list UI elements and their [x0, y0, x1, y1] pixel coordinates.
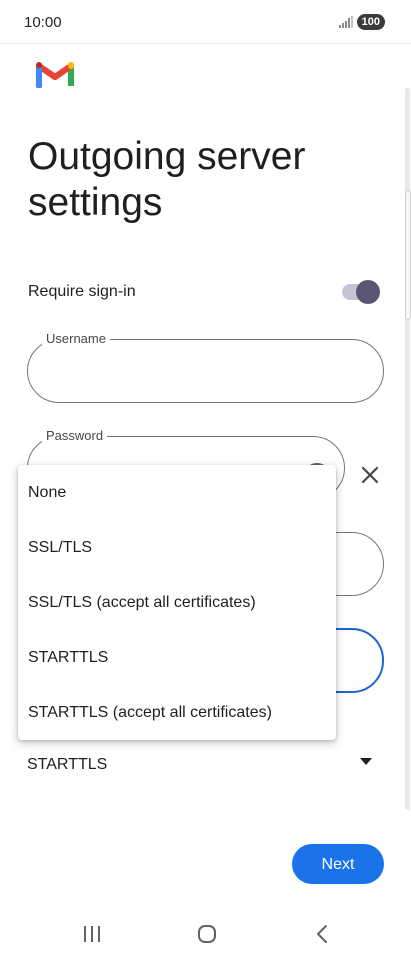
signal-icon: [338, 16, 353, 28]
toggle-knob: [356, 280, 380, 304]
password-label: Password: [42, 428, 108, 443]
require-signin-label: Require sign-in: [28, 283, 136, 300]
security-type-value: STARTTLS: [27, 756, 108, 773]
status-time: 10:00: [24, 14, 62, 31]
home-icon[interactable]: [197, 924, 217, 944]
menu-item-ssl-tls-accept-all[interactable]: SSL/TLS (accept all certificates): [18, 575, 336, 630]
page-title: Outgoing server settings: [28, 135, 306, 224]
status-icons: 100: [338, 14, 385, 30]
back-icon[interactable]: [315, 924, 329, 944]
menu-item-starttls-accept-all[interactable]: STARTTLS (accept all certificates): [18, 685, 336, 740]
menu-item-starttls[interactable]: STARTTLS: [18, 630, 336, 685]
menu-item-ssl-tls[interactable]: SSL/TLS: [18, 520, 336, 575]
require-signin-toggle[interactable]: [342, 280, 382, 304]
status-bar: 10:00 100: [0, 0, 411, 44]
close-icon[interactable]: [358, 463, 382, 487]
menu-item-none[interactable]: None: [18, 465, 336, 520]
chevron-down-icon: [360, 758, 372, 765]
battery-level: 100: [356, 14, 385, 30]
gmail-logo-icon: [36, 62, 74, 88]
security-type-dropdown: None SSL/TLS SSL/TLS (accept all certifi…: [18, 465, 336, 740]
recents-icon[interactable]: [83, 925, 101, 943]
navigation-bar: [0, 905, 411, 960]
username-field[interactable]: Username: [27, 331, 384, 403]
scrollbar-thumb[interactable]: [405, 190, 411, 320]
next-button[interactable]: Next: [292, 844, 384, 884]
username-label: Username: [42, 331, 110, 346]
security-type-select[interactable]: STARTTLS: [27, 750, 384, 778]
